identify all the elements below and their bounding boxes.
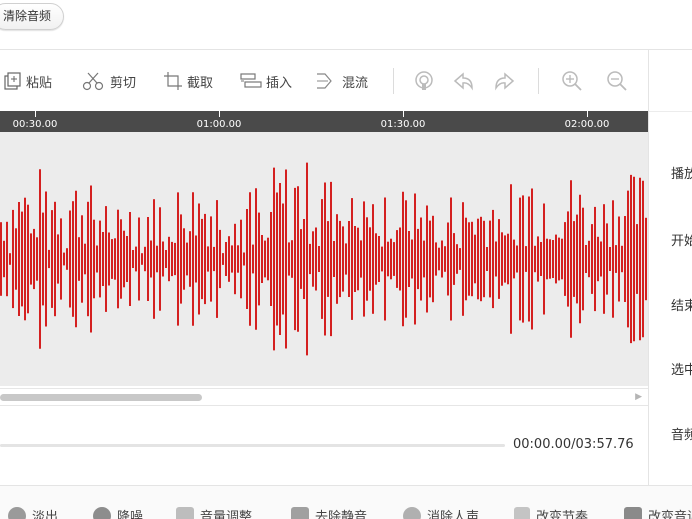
redo-button[interactable] bbox=[493, 70, 519, 92]
ruler-tick bbox=[403, 111, 404, 117]
fade-out-label: 淡出 bbox=[32, 510, 59, 519]
ruler-tick bbox=[219, 111, 220, 117]
mix-button[interactable]: 混流 bbox=[316, 70, 368, 92]
pitch-icon bbox=[624, 506, 642, 519]
remove-vocals-icon bbox=[403, 506, 421, 519]
horizontal-scrollbar[interactable]: ▶ bbox=[0, 388, 648, 404]
time-ruler[interactable]: 00:30.00 01:00.00 01:30.00 02:00.00 bbox=[0, 111, 648, 132]
ruler-tick-label: 02:00.00 bbox=[564, 119, 610, 130]
insert-icon bbox=[240, 73, 262, 88]
audio-label: 音频 bbox=[671, 428, 692, 443]
remove-vocals-label: 消除人声 bbox=[427, 510, 480, 519]
zoom-out-icon bbox=[607, 71, 627, 91]
clear-audio-button[interactable]: 清除音频 bbox=[0, 3, 65, 30]
side-panel-header bbox=[649, 50, 692, 112]
crop-label: 截取 bbox=[187, 75, 214, 91]
fade-out-button[interactable]: 淡出 bbox=[8, 506, 58, 519]
tempo-icon bbox=[514, 506, 530, 519]
volume-icon bbox=[176, 506, 194, 519]
undo-button[interactable] bbox=[453, 70, 479, 92]
effects-toolbar: 淡出 降噪 音量调整 去除静音 消除人声 改变节奏 改变音调 bbox=[0, 485, 692, 519]
ruler-tick bbox=[35, 111, 36, 117]
playback-progress[interactable] bbox=[0, 444, 505, 447]
remove-vocals-button[interactable]: 消除人声 bbox=[403, 506, 479, 519]
denoise-label: 降噪 bbox=[117, 510, 144, 519]
remove-silence-label: 去除静音 bbox=[315, 510, 368, 519]
ruler-tick-label: 01:30.00 bbox=[380, 119, 426, 130]
mix-label: 混流 bbox=[342, 75, 369, 91]
change-pitch-label: 改变音调 bbox=[648, 510, 692, 519]
undo-icon bbox=[453, 72, 473, 91]
volume-adjust-button[interactable]: 音量调整 bbox=[176, 506, 252, 519]
ruler-tick-label: 01:00.00 bbox=[196, 119, 242, 130]
loop-icon bbox=[415, 71, 433, 90]
paste-label: 粘贴 bbox=[26, 75, 53, 91]
toolbar-divider bbox=[538, 68, 539, 94]
scissors-icon bbox=[82, 72, 104, 91]
crop-button[interactable]: 截取 bbox=[163, 70, 213, 92]
mix-icon bbox=[317, 73, 332, 89]
edit-toolbar: 粘贴 剪切 截取 插入 混流 bbox=[0, 50, 648, 112]
remove-silence-icon bbox=[291, 506, 309, 519]
waveform-area[interactable] bbox=[0, 132, 648, 386]
paste-icon bbox=[4, 72, 21, 90]
scroll-right-icon[interactable]: ▶ bbox=[635, 392, 642, 402]
insert-button[interactable]: 插入 bbox=[240, 70, 292, 92]
change-pitch-button[interactable]: 改变音调 bbox=[624, 506, 692, 519]
selection-label: 选中 bbox=[671, 363, 692, 378]
zoom-in-button[interactable] bbox=[561, 70, 587, 92]
side-panel: 播放 开始 结束 选中 音频 bbox=[648, 50, 692, 485]
zoom-in-icon bbox=[562, 71, 582, 91]
end-label: 结束 bbox=[671, 299, 692, 314]
play-label: 播放 bbox=[671, 167, 692, 182]
cut-button[interactable]: 剪切 bbox=[82, 70, 136, 92]
time-display: 00:00.00/03:57.76 bbox=[513, 437, 634, 452]
ruler-tick-label: 00:30.00 bbox=[12, 119, 58, 130]
insert-label: 插入 bbox=[266, 75, 293, 91]
scrollbar-thumb[interactable] bbox=[0, 394, 202, 401]
toolbar-divider bbox=[393, 68, 394, 94]
denoise-icon bbox=[93, 506, 111, 519]
start-label: 开始 bbox=[671, 234, 692, 249]
volume-adjust-label: 音量调整 bbox=[200, 510, 253, 519]
waveform bbox=[0, 162, 647, 356]
fade-out-icon bbox=[8, 506, 26, 519]
remove-silence-button[interactable]: 去除静音 bbox=[291, 506, 367, 519]
zoom-out-button[interactable] bbox=[606, 70, 632, 92]
loop-button[interactable] bbox=[413, 70, 439, 92]
player-bar: 00:00.00/03:57.76 bbox=[0, 405, 648, 485]
denoise-button[interactable]: 降噪 bbox=[93, 506, 143, 519]
top-bar: 清除音频 bbox=[0, 0, 692, 50]
change-tempo-label: 改变节奏 bbox=[536, 510, 589, 519]
change-tempo-button[interactable]: 改变节奏 bbox=[514, 506, 588, 519]
ruler-tick bbox=[587, 111, 588, 117]
paste-button[interactable]: 粘贴 bbox=[2, 70, 52, 92]
crop-icon bbox=[164, 72, 182, 90]
redo-icon bbox=[495, 72, 515, 91]
cut-label: 剪切 bbox=[110, 75, 137, 91]
